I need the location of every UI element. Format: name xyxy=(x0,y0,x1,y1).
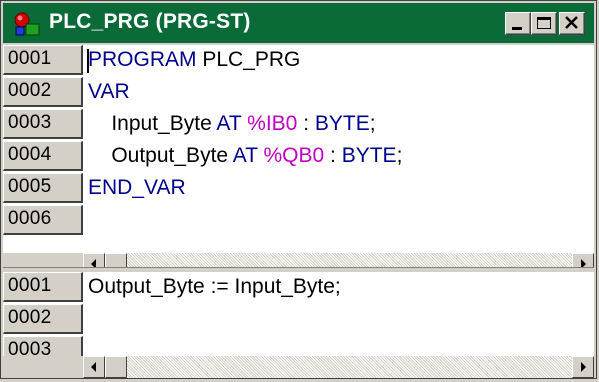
window-title: PLC_PRG (PRG-ST) xyxy=(49,10,251,33)
close-icon xyxy=(565,16,578,29)
code-text[interactable]: Output_Byte := Input_Byte; xyxy=(88,274,341,300)
title-bar[interactable]: PLC_PRG (PRG-ST) xyxy=(3,3,594,43)
code-text[interactable]: Input_Byte AT %IB0 : BYTE; xyxy=(88,111,376,137)
keyword-token: BYTE xyxy=(314,112,370,135)
keyword-token: AT xyxy=(216,112,242,135)
code-text[interactable]: VAR xyxy=(88,79,130,105)
code-text[interactable]: PROGRAM PLC_PRG xyxy=(88,47,300,73)
keyword-token: END_VAR xyxy=(88,176,186,199)
code-text[interactable]: END_VAR xyxy=(88,175,186,201)
code-line[interactable]: 0005 END_VAR xyxy=(3,173,594,205)
address-token: %IB0 xyxy=(241,112,298,135)
editor-window: PLC_PRG (PRG-ST) 0001 PROGRAM PLC_PRG 0002… xyxy=(0,0,597,379)
keyword-token: VAR xyxy=(88,80,130,103)
minimize-button[interactable] xyxy=(505,12,531,35)
text-token: ; xyxy=(369,112,376,135)
scroll-right-button[interactable] xyxy=(572,356,594,378)
code-line[interactable]: 0002 xyxy=(3,304,594,336)
keyword-token: PROGRAM xyxy=(88,48,197,71)
text-token: : xyxy=(297,112,315,135)
arrow-left-icon xyxy=(91,362,96,372)
declaration-editor[interactable]: 0001 PROGRAM PLC_PRG 0002 VAR 0003 Input_Byt… xyxy=(3,45,594,253)
line-number: 0006 xyxy=(3,205,83,235)
line-number: 0005 xyxy=(3,173,83,203)
close-button[interactable] xyxy=(559,12,585,35)
line-number: 0004 xyxy=(3,141,83,171)
keyword-token: AT xyxy=(232,144,258,167)
code-text[interactable]: Output_Byte AT %QB0 : BYTE; xyxy=(88,143,402,169)
scrollbar-track[interactable] xyxy=(83,356,572,378)
pou-icon xyxy=(14,12,40,36)
line-number: 0002 xyxy=(3,304,83,334)
scroll-left-button[interactable] xyxy=(83,356,105,378)
arrow-right-icon xyxy=(581,362,586,372)
text-token: Output_Byte := Input_Byte; xyxy=(88,275,341,298)
maximize-icon xyxy=(537,17,551,29)
maximize-button[interactable] xyxy=(531,12,557,35)
line-number: 0001 xyxy=(3,45,83,75)
code-line[interactable]: 0001 PROGRAM PLC_PRG xyxy=(3,45,594,77)
code-line[interactable]: 0003 Input_Byte AT %IB0 : BYTE; xyxy=(3,109,594,141)
code-line[interactable]: 0001 Output_Byte := Input_Byte; xyxy=(3,272,594,304)
address-token: %QB0 xyxy=(257,144,325,167)
keyword-token: BYTE xyxy=(341,144,397,167)
code-line[interactable]: 0004 Output_Byte AT %QB0 : BYTE; xyxy=(3,141,594,173)
line-number: 0001 xyxy=(3,272,83,302)
text-token: Input_Byte xyxy=(88,112,217,135)
scrollbar-thumb[interactable] xyxy=(105,356,127,378)
text-caret xyxy=(87,49,89,73)
line-number: 0002 xyxy=(3,77,83,107)
text-token: Output_Byte xyxy=(88,144,233,167)
minimize-icon xyxy=(512,27,522,30)
code-line[interactable]: 0002 VAR xyxy=(3,77,594,109)
text-token: PLC_PRG xyxy=(196,48,301,71)
code-line[interactable]: 0006 xyxy=(3,205,594,237)
text-token: : xyxy=(324,144,342,167)
text-token: ; xyxy=(396,144,403,167)
body-editor[interactable]: 0001 Output_Byte := Input_Byte; 0002 0003 xyxy=(3,272,594,359)
line-number: 0003 xyxy=(3,109,83,139)
body-hscrollbar[interactable] xyxy=(3,356,594,378)
